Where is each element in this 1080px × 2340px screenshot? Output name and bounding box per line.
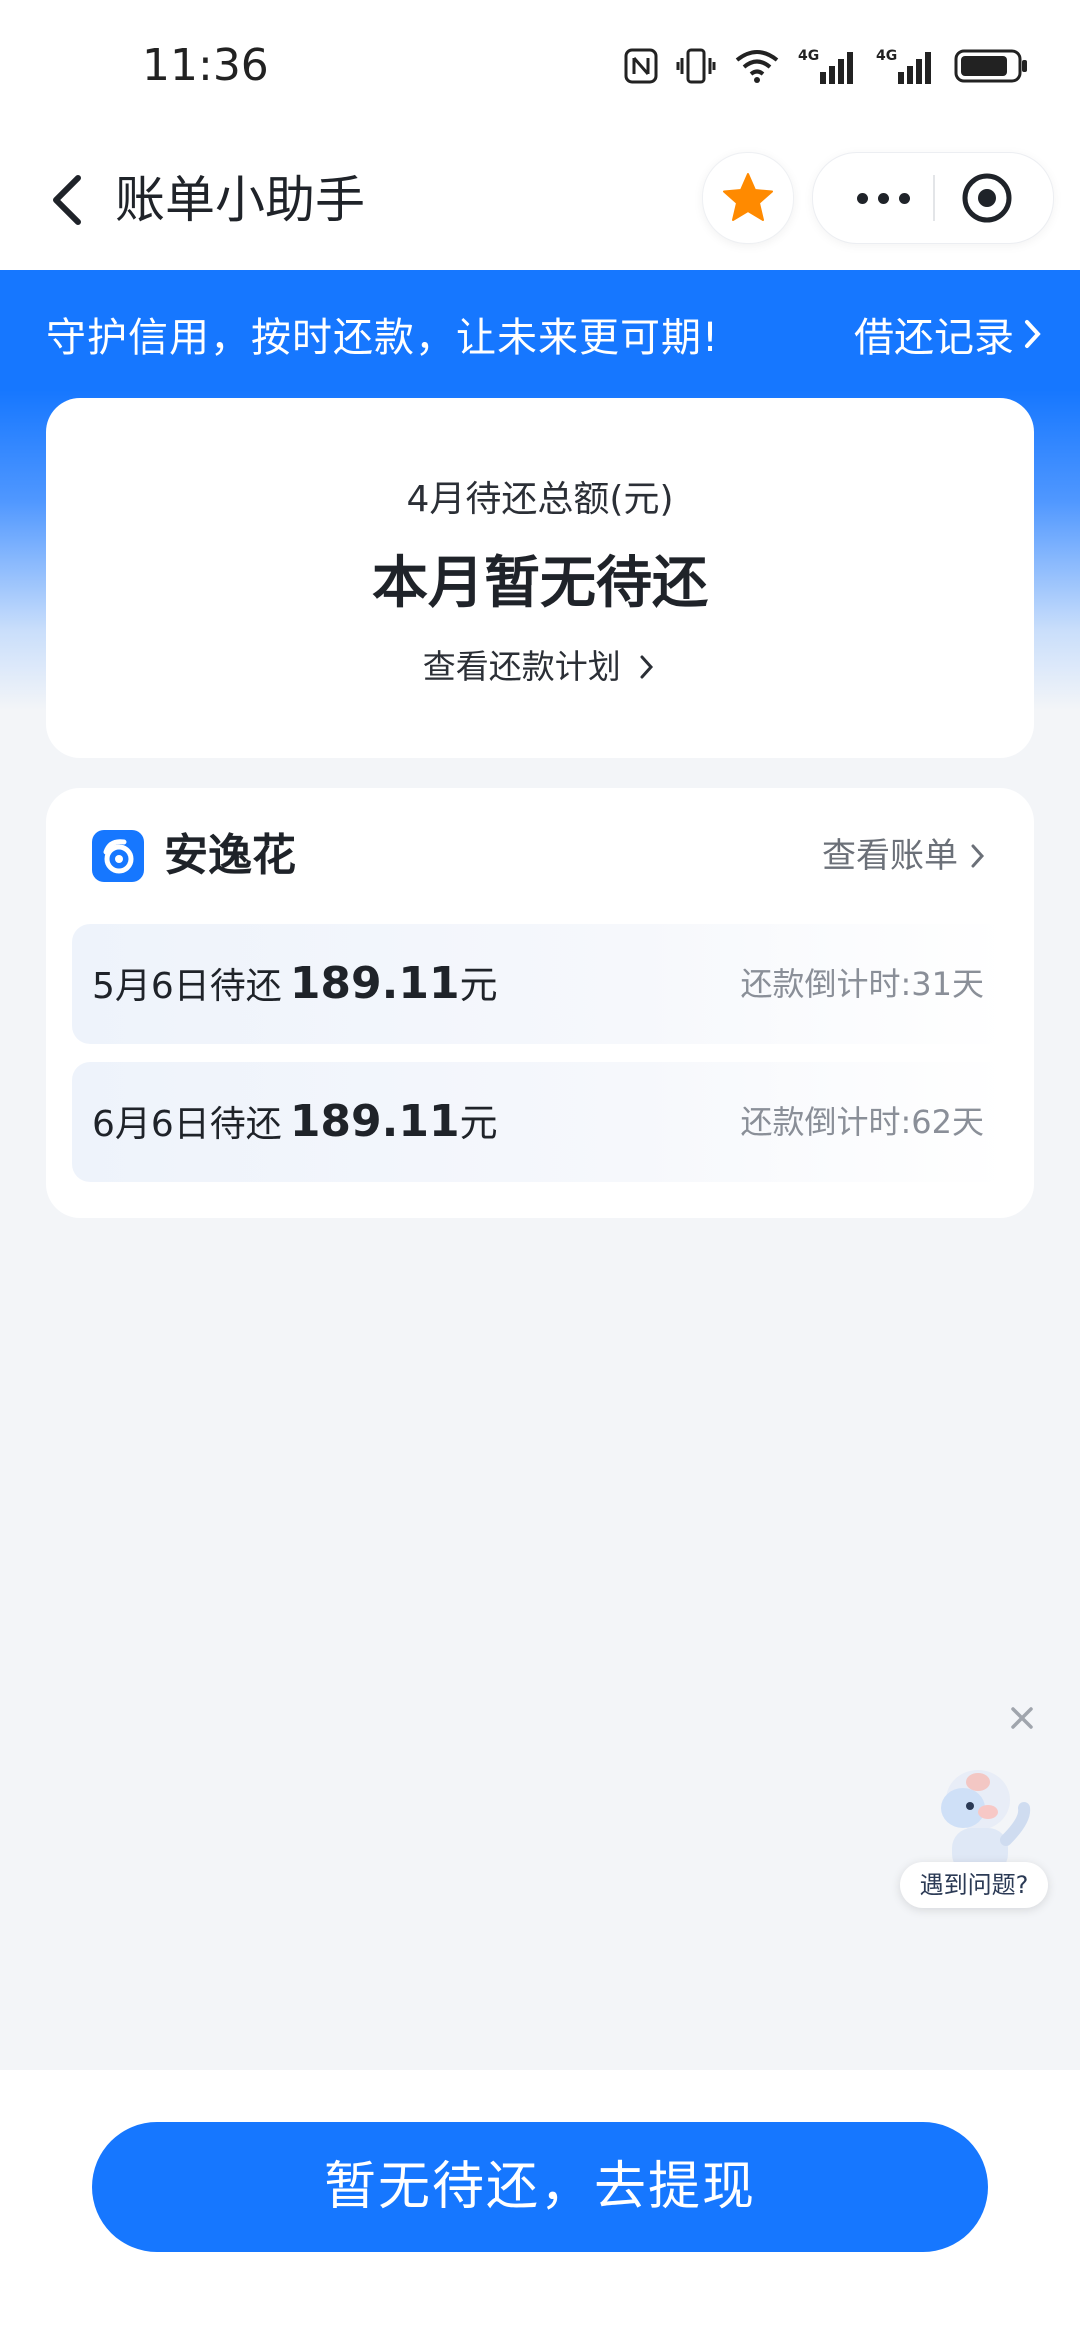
page-title: 账单小助手: [115, 171, 365, 229]
nfc-icon: [624, 48, 658, 84]
help-button[interactable]: 遇到问题?: [900, 1862, 1048, 1908]
product-header: 安逸花 查看账单: [92, 826, 988, 886]
signal-4g-icon: 4G: [876, 48, 931, 84]
more-icon: [856, 192, 868, 204]
capsule-divider: [933, 175, 935, 221]
view-bill-label: 查看账单: [822, 836, 958, 876]
bill-unit: 元: [459, 963, 498, 1007]
status-bar: 11:36 4G 4G: [0, 0, 1080, 130]
withdraw-button[interactable]: 暂无待还，去提现: [92, 2122, 988, 2252]
back-arrow-icon: [53, 175, 81, 225]
svg-text:4G: 4G: [798, 48, 819, 64]
battery-icon: [954, 49, 1027, 83]
chevron-right-icon: [1025, 320, 1041, 348]
bill-amount: 189.11: [289, 1096, 460, 1147]
bill-due-date: 5月6日待还: [92, 966, 282, 1007]
close-target-icon[interactable]: [958, 169, 1016, 227]
more-icon-dot: [877, 192, 889, 204]
view-plan-label: 查看还款计划: [422, 647, 621, 686]
favorite-button[interactable]: [702, 152, 794, 244]
loan-card: 安逸花 查看账单 5月6日待还 189.11元 还款倒计时:31天 6月6日待还 1…: [46, 788, 1034, 1218]
flower-logo-icon: [103, 839, 134, 874]
more-button[interactable]: [833, 153, 933, 243]
total-due-label: 4月待还总额(元): [406, 479, 674, 520]
chevron-right-icon: [640, 655, 654, 679]
history-link[interactable]: 借还记录: [854, 305, 1044, 363]
bill-row[interactable]: 6月6日待还 189.11元 还款倒计时:62天: [72, 1062, 1008, 1182]
bill-countdown: 还款倒计时:31天: [740, 965, 984, 1003]
status-icons: 4G 4G: [624, 44, 1030, 88]
history-link-label: 借还记录: [854, 315, 1014, 361]
view-bill-link[interactable]: 查看账单: [822, 826, 988, 886]
bottom-bar: 暂无待还，去提现: [0, 2070, 1080, 2340]
summary-card: 4月待还总额(元) 本月暂无待还 查看还款计划: [46, 398, 1034, 758]
signal-4g-icon: 4G: [798, 48, 853, 84]
slogan-text: 守护信用，按时还款，让未来更可期!: [46, 315, 720, 361]
bill-row[interactable]: 5月6日待还 189.11元 还款倒计时:31天: [72, 924, 1008, 1044]
wifi-icon: [735, 50, 779, 83]
more-icon-dot: [898, 192, 910, 204]
nav-bar: 账单小助手: [0, 130, 1080, 270]
bill-due-info: 5月6日待还 189.11元: [92, 924, 498, 1047]
star-icon: [723, 173, 773, 221]
bill-due-date: 6月6日待还: [92, 1104, 282, 1145]
help-close-icon[interactable]: [1004, 1700, 1040, 1736]
bill-due-info: 6月6日待还 189.11元: [92, 1062, 498, 1185]
bill-countdown: 还款倒计时:62天: [740, 1103, 984, 1141]
mini-program-capsule: [812, 152, 1054, 244]
product-logo-icon: [92, 830, 144, 882]
vibrate-icon: [676, 48, 716, 84]
svg-text:4G: 4G: [876, 48, 897, 64]
view-plan-link[interactable]: 查看还款计划: [46, 640, 1034, 688]
chevron-right-icon: [971, 844, 985, 868]
back-button[interactable]: [30, 160, 110, 240]
bill-amount: 189.11: [289, 958, 460, 1009]
bill-unit: 元: [459, 1101, 498, 1145]
product-name: 安逸花: [164, 830, 296, 881]
total-due-value: 本月暂无待还: [372, 551, 708, 616]
status-time: 11:36: [142, 40, 269, 91]
